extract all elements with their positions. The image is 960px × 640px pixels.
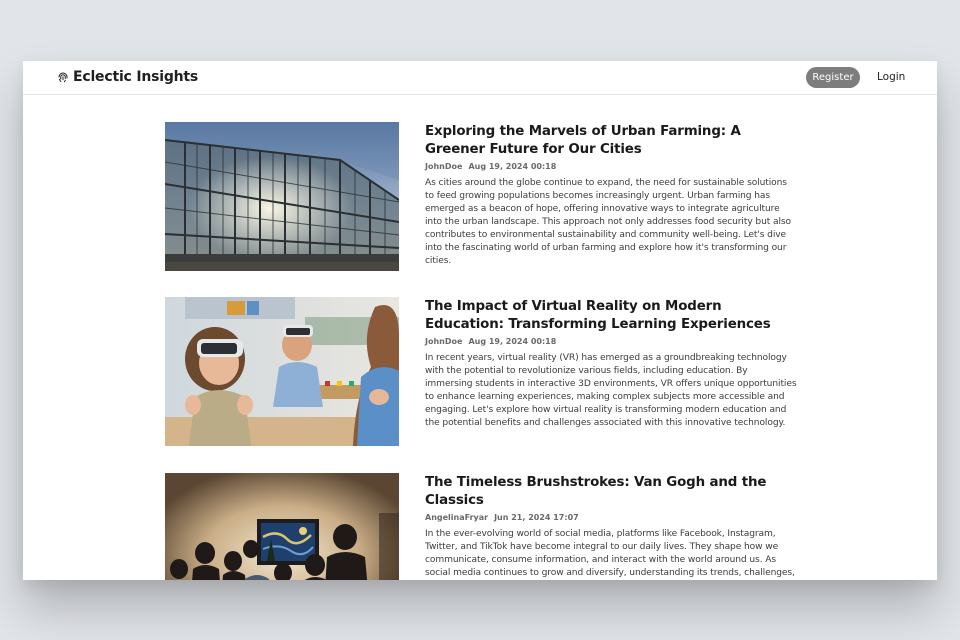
article-title[interactable]: Exploring the Marvels of Urban Farming: … [425, 123, 797, 159]
article-meta: JohnDoe Aug 19, 2024 00:18 [425, 162, 797, 171]
article-body: The Timeless Brushstrokes: Van Gogh and … [425, 474, 797, 580]
article-author: JohnDoe [425, 162, 463, 171]
article-meta: AngelinaFryar Jun 21, 2024 17:07 [425, 513, 797, 522]
article-excerpt: In the ever-evolving world of social med… [425, 529, 795, 578]
article-title[interactable]: The Timeless Brushstrokes: Van Gogh and … [425, 474, 797, 510]
article-title[interactable]: The Impact of Virtual Reality on Modern … [425, 298, 797, 334]
register-button[interactable]: Register [806, 67, 860, 88]
article-excerpt: As cities around the globe continue to e… [425, 178, 791, 266]
article-body: The Impact of Virtual Reality on Modern … [425, 298, 797, 430]
browser-viewport: Eclectic Insights Register Login Explori… [23, 61, 937, 580]
vr-classroom-image [165, 297, 399, 446]
article-body: Exploring the Marvels of Urban Farming: … [425, 123, 797, 268]
article-date: Aug 19, 2024 00:18 [468, 337, 557, 346]
article-thumbnail-vr-classroom[interactable] [165, 297, 399, 446]
brand-link[interactable]: Eclectic Insights [57, 69, 198, 85]
article-meta: JohnDoe Aug 19, 2024 00:18 [425, 337, 797, 346]
article-date: Aug 19, 2024 00:18 [468, 162, 557, 171]
article-author: JohnDoe [425, 337, 463, 346]
article-thumbnail-van-gogh-gallery[interactable] [165, 473, 399, 580]
article-thumbnail-greenhouse[interactable] [165, 122, 399, 271]
gallery-image [165, 473, 399, 580]
article-card: The Timeless Brushstrokes: Van Gogh and … [165, 473, 805, 580]
top-navbar: Eclectic Insights Register Login [23, 61, 937, 95]
login-link[interactable]: Login [877, 67, 905, 88]
article-excerpt: In recent years, virtual reality (VR) ha… [425, 353, 797, 428]
article-card: The Impact of Virtual Reality on Modern … [165, 297, 805, 447]
brand-name: Eclectic Insights [73, 69, 199, 85]
article-date: Jun 21, 2024 17:07 [494, 513, 579, 522]
fingerprint-icon [58, 72, 68, 83]
article-author: AngelinaFryar [425, 513, 489, 522]
article-card: Exploring the Marvels of Urban Farming: … [165, 122, 805, 272]
greenhouse-image [165, 122, 399, 271]
